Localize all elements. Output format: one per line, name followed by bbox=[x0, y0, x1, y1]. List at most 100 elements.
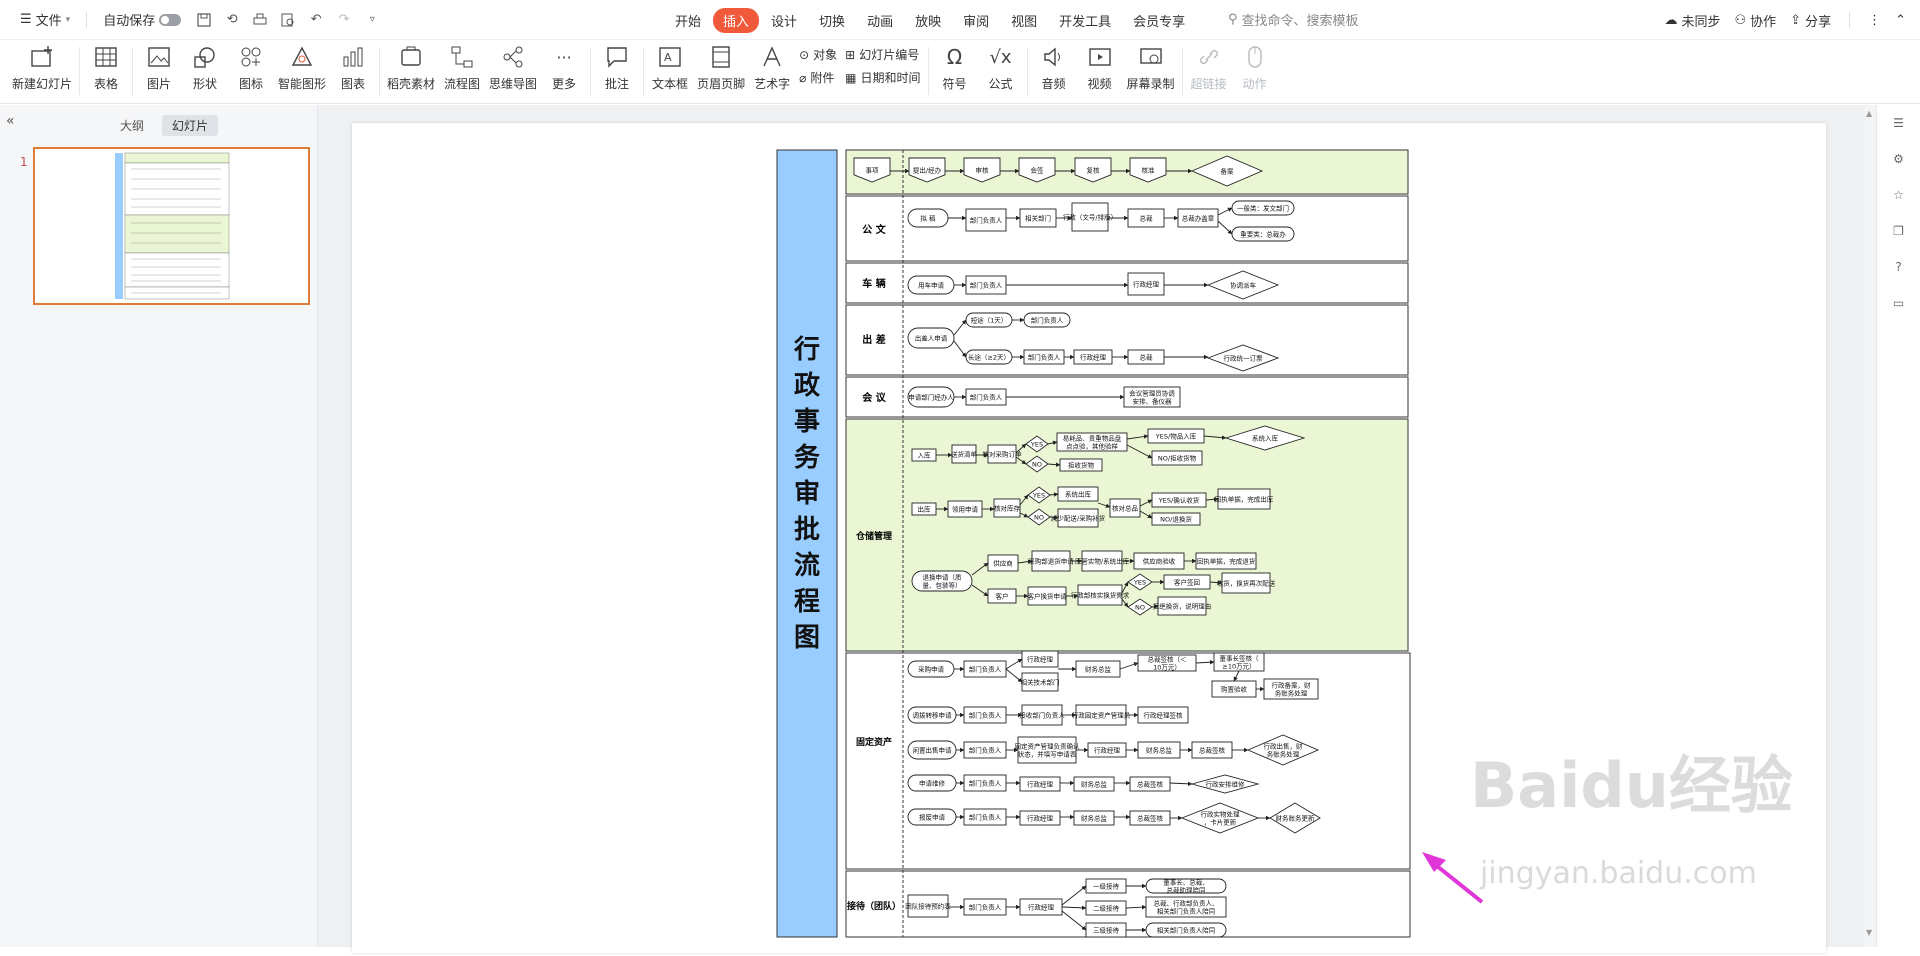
tab-transition[interactable]: 切换 bbox=[809, 8, 855, 33]
smart-shape-button[interactable]: 智能图形 bbox=[278, 40, 326, 102]
animation-star-icon[interactable]: ☆ bbox=[1889, 185, 1909, 205]
comment-button[interactable]: 批注 bbox=[598, 40, 636, 102]
autosave-label: 自动保存 bbox=[103, 14, 156, 29]
tab-review[interactable]: 审阅 bbox=[953, 8, 999, 33]
attachment-button[interactable]: ⌀ 附件 bbox=[799, 69, 837, 86]
sync-status-button[interactable]: ☁ 未同步 bbox=[1664, 11, 1720, 30]
node-guding: 行政经理签核 bbox=[1137, 706, 1189, 724]
tab-slides[interactable]: 幻灯片 bbox=[162, 115, 219, 136]
tab-slideshow[interactable]: 放映 bbox=[905, 8, 951, 33]
flow-node-text: 回执单据，完成退货 bbox=[1197, 557, 1256, 566]
flow-node-text: 核对总品 bbox=[1112, 504, 1138, 513]
save-icon[interactable] bbox=[193, 9, 215, 31]
header-footer-button[interactable]: 页眉页脚 bbox=[697, 40, 745, 102]
tab-insert[interactable]: 插入 bbox=[713, 7, 760, 33]
settings-sliders-icon[interactable]: ⚙ bbox=[1889, 149, 1909, 169]
flow-node-text: 核对库存 bbox=[994, 504, 1021, 513]
new-slide-button[interactable]: 新建幻灯片 bbox=[12, 40, 72, 102]
autosave-toggle[interactable]: 自动保存 bbox=[97, 7, 187, 32]
tab-outline[interactable]: 大纲 bbox=[110, 115, 154, 136]
tab-view[interactable]: 视图 bbox=[1001, 8, 1047, 33]
format-painter-icon[interactable]: ⟲ bbox=[221, 9, 243, 31]
hyperlink-button[interactable]: 超链接 bbox=[1190, 40, 1228, 102]
formula-button[interactable]: √x 公式 bbox=[982, 40, 1020, 102]
material-button[interactable]: 稻壳素材 bbox=[387, 40, 435, 102]
property-icon[interactable]: ☰ bbox=[1889, 113, 1909, 133]
slide-thumbnail[interactable] bbox=[33, 147, 310, 305]
node-huiyi: 部门负责人 bbox=[965, 388, 1007, 406]
undo-icon[interactable]: ↶ bbox=[305, 9, 327, 31]
tab-start[interactable]: 开始 bbox=[665, 8, 711, 33]
print-icon[interactable] bbox=[249, 9, 271, 31]
flow-node-text: 客户换货申请 bbox=[1028, 592, 1068, 601]
share-button[interactable]: ⇪ 分享 bbox=[1790, 11, 1831, 30]
command-search[interactable]: ⚲ 查找命令、搜索模板 bbox=[1228, 10, 1359, 29]
flow-node-text: 入库 bbox=[918, 451, 932, 460]
file-menu[interactable]: ☰ 文件 ▾ bbox=[14, 7, 76, 32]
vertical-scrollbar[interactable]: ▲ ▼ bbox=[1864, 105, 1876, 947]
audio-button[interactable]: 音频 bbox=[1035, 40, 1073, 102]
flow-node-text: NO bbox=[1135, 604, 1145, 612]
user-icon: ⚇ bbox=[1734, 12, 1747, 28]
action-button[interactable]: 动作 bbox=[1236, 40, 1274, 102]
label-guding: 固定资产 bbox=[856, 736, 892, 748]
flow-node-text: 相关部门负责人陪同 bbox=[1157, 926, 1216, 935]
datetime-button[interactable]: ▦ 日期和时间 bbox=[845, 69, 920, 86]
collapse-ribbon-icon[interactable]: ⌃ bbox=[1895, 13, 1906, 28]
textbox-button[interactable]: A 文本框 bbox=[651, 40, 689, 102]
icon-button[interactable]: 图标 bbox=[232, 40, 270, 102]
collapse-panel-icon[interactable]: « bbox=[6, 113, 15, 129]
speaker-icon bbox=[1041, 44, 1067, 70]
node-cangchu: 客户换货申请 bbox=[1028, 586, 1068, 606]
print-preview-icon[interactable] bbox=[277, 9, 299, 31]
flow-node-text: 购置验收 bbox=[1221, 685, 1248, 694]
customize-toolbar-icon[interactable]: ▿ bbox=[361, 9, 383, 31]
node-chuchai: 部门负责人 bbox=[1023, 312, 1071, 328]
wordart-button[interactable]: 艺术字 bbox=[753, 40, 791, 102]
tab-animation[interactable]: 动画 bbox=[857, 8, 903, 33]
scroll-up-icon[interactable]: ▲ bbox=[1866, 109, 1872, 118]
tab-design[interactable]: 设计 bbox=[761, 8, 807, 33]
flowchart-button[interactable]: 流程图 bbox=[443, 40, 481, 102]
more-button[interactable]: ··· 更多 bbox=[545, 40, 583, 102]
chart-label: 图表 bbox=[341, 77, 366, 91]
slide-switch-icon[interactable]: ❐ bbox=[1889, 221, 1909, 241]
node-guding: 闲置出售申请 bbox=[907, 740, 957, 760]
object-button[interactable]: ⊙ 对象 bbox=[799, 46, 837, 63]
flow-node-text: 系统出库 bbox=[1065, 490, 1092, 499]
chart-button[interactable]: 图表 bbox=[334, 40, 372, 102]
screen-record-button[interactable]: 屏幕录制 bbox=[1127, 40, 1175, 102]
video-button[interactable]: 视频 bbox=[1081, 40, 1119, 102]
flow-node-text: 核准 bbox=[1142, 166, 1156, 175]
node-guding: 董事长签核（≥10万元） bbox=[1213, 652, 1265, 672]
node-cangchu: 退换申请（质量、包装等） bbox=[911, 570, 973, 592]
slide-number-button[interactable]: ⊞ 幻灯片编号 bbox=[845, 46, 920, 63]
tab-developer[interactable]: 开发工具 bbox=[1049, 8, 1121, 33]
divider bbox=[379, 47, 381, 95]
tab-member[interactable]: 会员专享 bbox=[1123, 8, 1195, 33]
redo-icon[interactable]: ↷ bbox=[333, 9, 355, 31]
material-label: 稻壳素材 bbox=[387, 77, 436, 91]
collaborate-button[interactable]: ⚇ 协作 bbox=[1735, 11, 1777, 30]
scroll-down-icon[interactable]: ▼ bbox=[1866, 928, 1872, 937]
table-button[interactable]: 表格 bbox=[87, 40, 125, 102]
node-chuchai: 长途（≥2天） bbox=[965, 349, 1013, 365]
more-options-icon[interactable]: ⋮ bbox=[1868, 13, 1881, 28]
toggle-switch-icon[interactable] bbox=[159, 13, 182, 26]
picture-button[interactable]: 图片 bbox=[140, 40, 178, 102]
file-menu-label: 文件 bbox=[35, 14, 62, 29]
flow-node-text: 行政（文号/排版） bbox=[1063, 213, 1117, 222]
inbox-icon[interactable]: ▭ bbox=[1889, 293, 1909, 313]
flow-node-text: 拟 稿 bbox=[920, 214, 936, 223]
shape-button[interactable]: 形状 bbox=[186, 40, 224, 102]
slide[interactable]: 行政事务审批流程图 公 文 车 辆 出 差 会 议 仓储管理 固定资产 接待（团… bbox=[352, 123, 1826, 953]
help-icon[interactable]: ? bbox=[1889, 257, 1909, 277]
flow-node-text: 部门负责人 bbox=[969, 779, 1002, 788]
menu-bar: ☰ 文件 ▾ 自动保存 ⟲ ↶ ↷ ▿ 开始 插入 设计 切换 动画 放映 审阅… bbox=[0, 0, 1920, 40]
smart-shape-icon bbox=[289, 44, 315, 70]
mindmap-button[interactable]: 思维导图 bbox=[489, 40, 537, 102]
ribbon-tabs: 开始 插入 设计 切换 动画 放映 审阅 视图 开发工具 会员专享 bbox=[665, 0, 1195, 40]
flow-node-text: 事项 bbox=[866, 166, 880, 175]
node-cangchu: 送货清单 bbox=[951, 444, 978, 464]
symbol-button[interactable]: Ω 符号 bbox=[936, 40, 974, 102]
